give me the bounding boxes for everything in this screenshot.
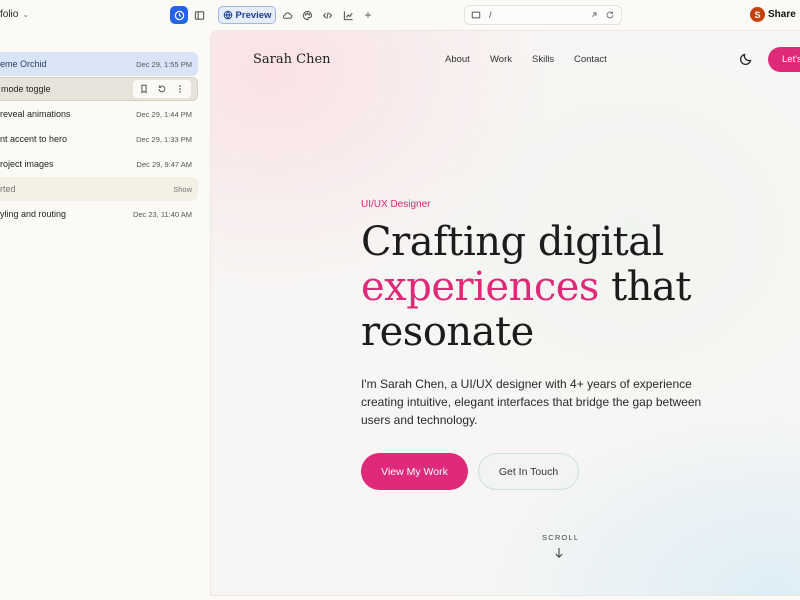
scroll-label: SCROLL	[542, 533, 580, 542]
analytics-button[interactable]	[339, 6, 357, 24]
palette-icon	[302, 10, 312, 20]
avatar[interactable]: S	[750, 7, 765, 22]
clock-icon	[174, 10, 184, 20]
version-history-list: eme Orchid Dec 29, 1:55 PM mode toggle r…	[0, 52, 200, 227]
history-item[interactable]: yling and routing Dec 23, 11:40 AM	[0, 202, 198, 226]
history-item-date: Dec 29, 1:55 PM	[136, 59, 192, 69]
bookmark-icon[interactable]	[137, 82, 151, 96]
history-item-title: roject images	[0, 159, 54, 169]
nav-link-work[interactable]: Work	[490, 54, 512, 65]
refresh-icon[interactable]	[605, 10, 615, 20]
history-item[interactable]: reveal animations Dec 29, 1:44 PM	[0, 102, 198, 126]
headline-line-1: Crafting digital	[361, 219, 664, 265]
history-item-date: Dec 29, 1:33 PM	[136, 134, 192, 144]
contact-cta-button[interactable]: Let's	[768, 47, 800, 72]
cloud-icon	[282, 11, 292, 19]
history-item-title: yling and routing	[0, 209, 67, 219]
more-options-icon[interactable]	[173, 82, 187, 96]
project-name: folio	[0, 9, 19, 20]
arrow-down-icon[interactable]	[554, 546, 564, 558]
show-toggle[interactable]: Show	[173, 185, 192, 194]
headline-rest: that	[598, 264, 691, 310]
add-tab-button[interactable]: +	[359, 6, 377, 24]
nav-link-contact[interactable]: Contact	[574, 54, 607, 65]
history-item-date: Dec 23, 11:40 AM	[132, 209, 192, 219]
history-item[interactable]: nt accent to hero Dec 29, 1:33 PM	[0, 127, 198, 151]
headline-line-3: resonate	[361, 309, 534, 355]
preview-label: Preview	[235, 9, 272, 21]
history-item-title: reveal animations	[0, 109, 71, 119]
theme-button[interactable]	[298, 6, 316, 24]
project-switcher[interactable]: folio ⌄	[0, 9, 29, 20]
device-icon[interactable]	[471, 10, 481, 20]
chart-icon	[343, 10, 353, 20]
moon-icon	[739, 53, 752, 66]
app-toolbar: folio ⌄ Preview + / S Share	[0, 0, 800, 30]
history-item-title: mode toggle	[1, 84, 51, 94]
history-item[interactable]: roject images Dec 29, 9:47 AM	[0, 152, 198, 176]
share-button[interactable]: Share	[768, 9, 796, 20]
globe-icon	[223, 10, 232, 20]
url-bar[interactable]: /	[464, 5, 622, 25]
nav-link-about[interactable]: About	[445, 54, 470, 65]
code-button[interactable]	[318, 6, 336, 24]
external-link-icon[interactable]	[589, 10, 599, 20]
history-item[interactable]: mode toggle	[0, 77, 198, 101]
history-button[interactable]	[170, 6, 188, 24]
history-item-actions	[133, 80, 191, 98]
hero-eyebrow: UI/UX Designer	[361, 199, 431, 210]
deploy-button[interactable]	[278, 6, 296, 24]
history-item-date: Dec 29, 1:44 PM	[136, 109, 192, 119]
history-item-title: eme Orchid	[0, 59, 47, 69]
hero-headline: Crafting digital experiences that resona…	[361, 220, 800, 355]
hero-description: I'm Sarah Chen, a UI/UX designer with 4+…	[361, 377, 702, 427]
code-icon	[322, 11, 332, 19]
chevron-down-icon: ⌄	[22, 10, 30, 19]
url-path[interactable]: /	[489, 10, 583, 20]
nav-link-skills[interactable]: Skills	[532, 54, 554, 65]
sidebar-icon	[194, 10, 204, 20]
toggle-sidebar-button[interactable]	[190, 6, 208, 24]
preview-tab[interactable]: Preview	[218, 6, 276, 24]
site-preview: Sarah Chen About Work Skills Contact Let…	[210, 30, 800, 596]
plus-icon: +	[364, 8, 372, 22]
get-in-touch-button[interactable]: Get In Touch	[478, 453, 579, 490]
dark-mode-toggle[interactable]	[739, 52, 753, 66]
history-item-title: nt accent to hero	[0, 134, 68, 144]
headline-accent: experiences	[361, 264, 599, 310]
site-brand[interactable]: Sarah Chen	[253, 52, 331, 67]
history-group-started[interactable]: rted Show	[0, 177, 198, 201]
view-work-button[interactable]: View My Work	[361, 453, 468, 490]
history-item-title: rted	[0, 184, 16, 194]
restore-icon[interactable]	[155, 82, 169, 96]
history-item-date: Dec 29, 9:47 AM	[136, 159, 192, 169]
history-item[interactable]: eme Orchid Dec 29, 1:55 PM	[0, 52, 198, 76]
